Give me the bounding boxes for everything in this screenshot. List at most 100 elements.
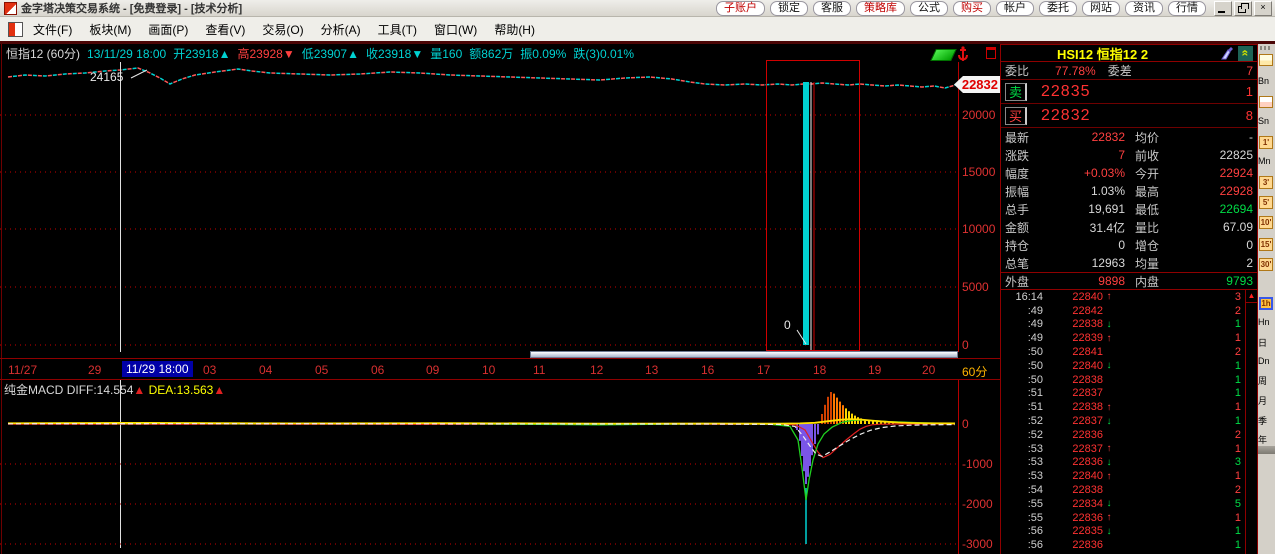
quote-stats: 最新22832均价-涨跌7前收22825幅度+0.03%今开22924振幅1.0…	[1001, 128, 1257, 290]
strip-label-月[interactable]: 月	[1258, 394, 1275, 407]
strip-label-Sn[interactable]: Sn	[1258, 116, 1275, 126]
titlebar-button-行情[interactable]: 行情	[1168, 1, 1206, 16]
tick-row: :5022840↓1	[1001, 359, 1257, 373]
ask-volume: 1	[1246, 84, 1253, 99]
tick-row: :5322836↓3	[1001, 456, 1257, 470]
tick-volume: 1	[1115, 539, 1241, 551]
time-label-04: 04	[259, 363, 272, 377]
period-button-30'[interactable]: 30'	[1259, 258, 1273, 271]
collapse-panel-button[interactable]: «	[1238, 46, 1253, 61]
buy-signal-icon[interactable]	[1259, 54, 1273, 66]
tick-volume: 2	[1115, 346, 1241, 358]
period-button-10'[interactable]: 10'	[1259, 216, 1273, 229]
menu-item-窗口(W)[interactable]: 窗口(W)	[434, 21, 477, 38]
titlebar-button-购买[interactable]: 购买	[953, 1, 991, 16]
weibi-label: 委比	[1005, 62, 1029, 79]
strip-label-Mn[interactable]: Mn	[1258, 156, 1275, 166]
time-label-19: 19	[868, 363, 881, 377]
menu-item-交易(O)[interactable]: 交易(O)	[262, 21, 303, 38]
bid-row: 买 22832 8	[1001, 104, 1257, 128]
restore-button[interactable]	[1234, 1, 1252, 16]
titlebar-button-帐户[interactable]: 帐户	[996, 1, 1034, 16]
stat-label: 金额	[1005, 219, 1039, 236]
menu-item-工具(T)[interactable]: 工具(T)	[378, 21, 417, 38]
close-button[interactable]: ×	[1254, 1, 1272, 16]
stat-row-振幅: 振幅1.03%最高22928	[1001, 182, 1257, 200]
stat-row-外盘: 外盘9898内盘9793	[1001, 272, 1257, 290]
tick-volume: 1	[1115, 512, 1241, 524]
time-label-03: 03	[203, 363, 216, 377]
tick-volume: 2	[1115, 429, 1241, 441]
titlebar-button-锁定[interactable]: 锁定	[770, 1, 808, 16]
tick-scrollbar[interactable]: ▲	[1245, 290, 1257, 554]
strip-label-Bn[interactable]: Bn	[1258, 76, 1275, 86]
strip-scroll-thumb[interactable]	[1258, 446, 1275, 454]
stat-label: 振幅	[1005, 183, 1039, 200]
tick-price: 22838	[1057, 318, 1103, 330]
stat-value: 22924	[1175, 166, 1253, 180]
stat-label: 总笔	[1005, 255, 1039, 272]
down-arrow-icon: ↓	[1103, 319, 1115, 330]
strip-label-Hn[interactable]: Hn	[1258, 317, 1275, 327]
bid-label: 买	[1005, 107, 1027, 125]
strip-label-季[interactable]: 季	[1258, 414, 1275, 427]
menu-item-板块(M)[interactable]: 板块(M)	[89, 21, 131, 38]
strip-label-年[interactable]: 年	[1258, 433, 1275, 446]
titlebar-button-客服[interactable]: 客服	[813, 1, 851, 16]
strip-label-Dn[interactable]: Dn	[1258, 356, 1275, 366]
chart-horizontal-scrollbar[interactable]	[530, 351, 958, 358]
dea-up-arrow-icon: ▲	[213, 383, 225, 397]
tick-time: :54	[1003, 484, 1043, 496]
window-controls: ×	[1214, 1, 1272, 16]
scroll-up-icon[interactable]: ▲	[1246, 290, 1257, 303]
tick-row: :5322837↑1	[1001, 442, 1257, 456]
diff-up-arrow-icon: ▲	[133, 383, 145, 397]
macd-chart-canvas[interactable]	[0, 380, 958, 554]
period-button-1h[interactable]: 1h	[1259, 297, 1273, 310]
titlebar-button-资讯[interactable]: 资讯	[1125, 1, 1163, 16]
macd-axis-label--1000: -1000	[962, 457, 1000, 471]
stat-value: 19,691	[1039, 202, 1125, 216]
up-arrow-icon: ↑	[1103, 443, 1115, 454]
titlebar-button-策略库[interactable]: 策略库	[856, 1, 905, 16]
titlebar-button-子账户[interactable]: 子账户	[716, 1, 765, 16]
tick-volume: 1	[1115, 401, 1241, 413]
period-button-3'[interactable]: 3'	[1259, 176, 1273, 189]
time-label-11: 11	[533, 363, 545, 377]
period-button-1'[interactable]: 1'	[1259, 136, 1273, 149]
menu-item-查看(V)[interactable]: 查看(V)	[205, 21, 245, 38]
menu-item-文件(F)[interactable]: 文件(F)	[33, 21, 72, 38]
titlebar-button-网站[interactable]: 网站	[1082, 1, 1120, 16]
gold-brick-icon	[930, 49, 957, 61]
strip-label-周[interactable]: 周	[1258, 374, 1275, 387]
period-label[interactable]: 60分	[962, 363, 987, 380]
tick-row: :5322840↑1	[1001, 469, 1257, 483]
tick-time: :53	[1003, 470, 1043, 482]
info-segment-6: 量160	[430, 47, 462, 61]
tick-row: :5122838↑1	[1001, 400, 1257, 414]
info-segment-7: 额862万	[469, 47, 513, 61]
menu-item-帮助(H)[interactable]: 帮助(H)	[494, 21, 535, 38]
strip-label-日[interactable]: 日	[1258, 336, 1275, 349]
quote-info-bar: 恒指12 (60分)13/11/29 18:00开23918▲高23928▼低2…	[6, 45, 641, 60]
stat-value: -	[1175, 130, 1253, 144]
tick-price: 22838	[1057, 484, 1103, 496]
tick-time: :53	[1003, 443, 1043, 455]
tick-price: 22842	[1057, 305, 1103, 317]
period-button-15'[interactable]: 15'	[1259, 238, 1273, 251]
tick-price: 22837	[1057, 415, 1103, 427]
tick-price: 22840	[1057, 470, 1103, 482]
tick-price: 22841	[1057, 346, 1103, 358]
macd-axis-label--3000: -3000	[962, 537, 1000, 551]
titlebar-button-委托[interactable]: 委托	[1039, 1, 1077, 16]
bid-volume: 8	[1246, 108, 1253, 123]
menu-item-分析(A)[interactable]: 分析(A)	[321, 21, 361, 38]
minimize-button[interactable]	[1214, 1, 1232, 16]
titlebar-button-公式[interactable]: 公式	[910, 1, 948, 16]
menu-item-画面(P)[interactable]: 画面(P)	[148, 21, 188, 38]
selection-rectangle	[766, 60, 860, 351]
up-arrow-icon: ↑	[1103, 471, 1115, 482]
ask-label: 卖	[1005, 83, 1027, 101]
sell-signal-icon[interactable]	[1259, 96, 1273, 108]
period-button-5'[interactable]: 5'	[1259, 196, 1273, 209]
